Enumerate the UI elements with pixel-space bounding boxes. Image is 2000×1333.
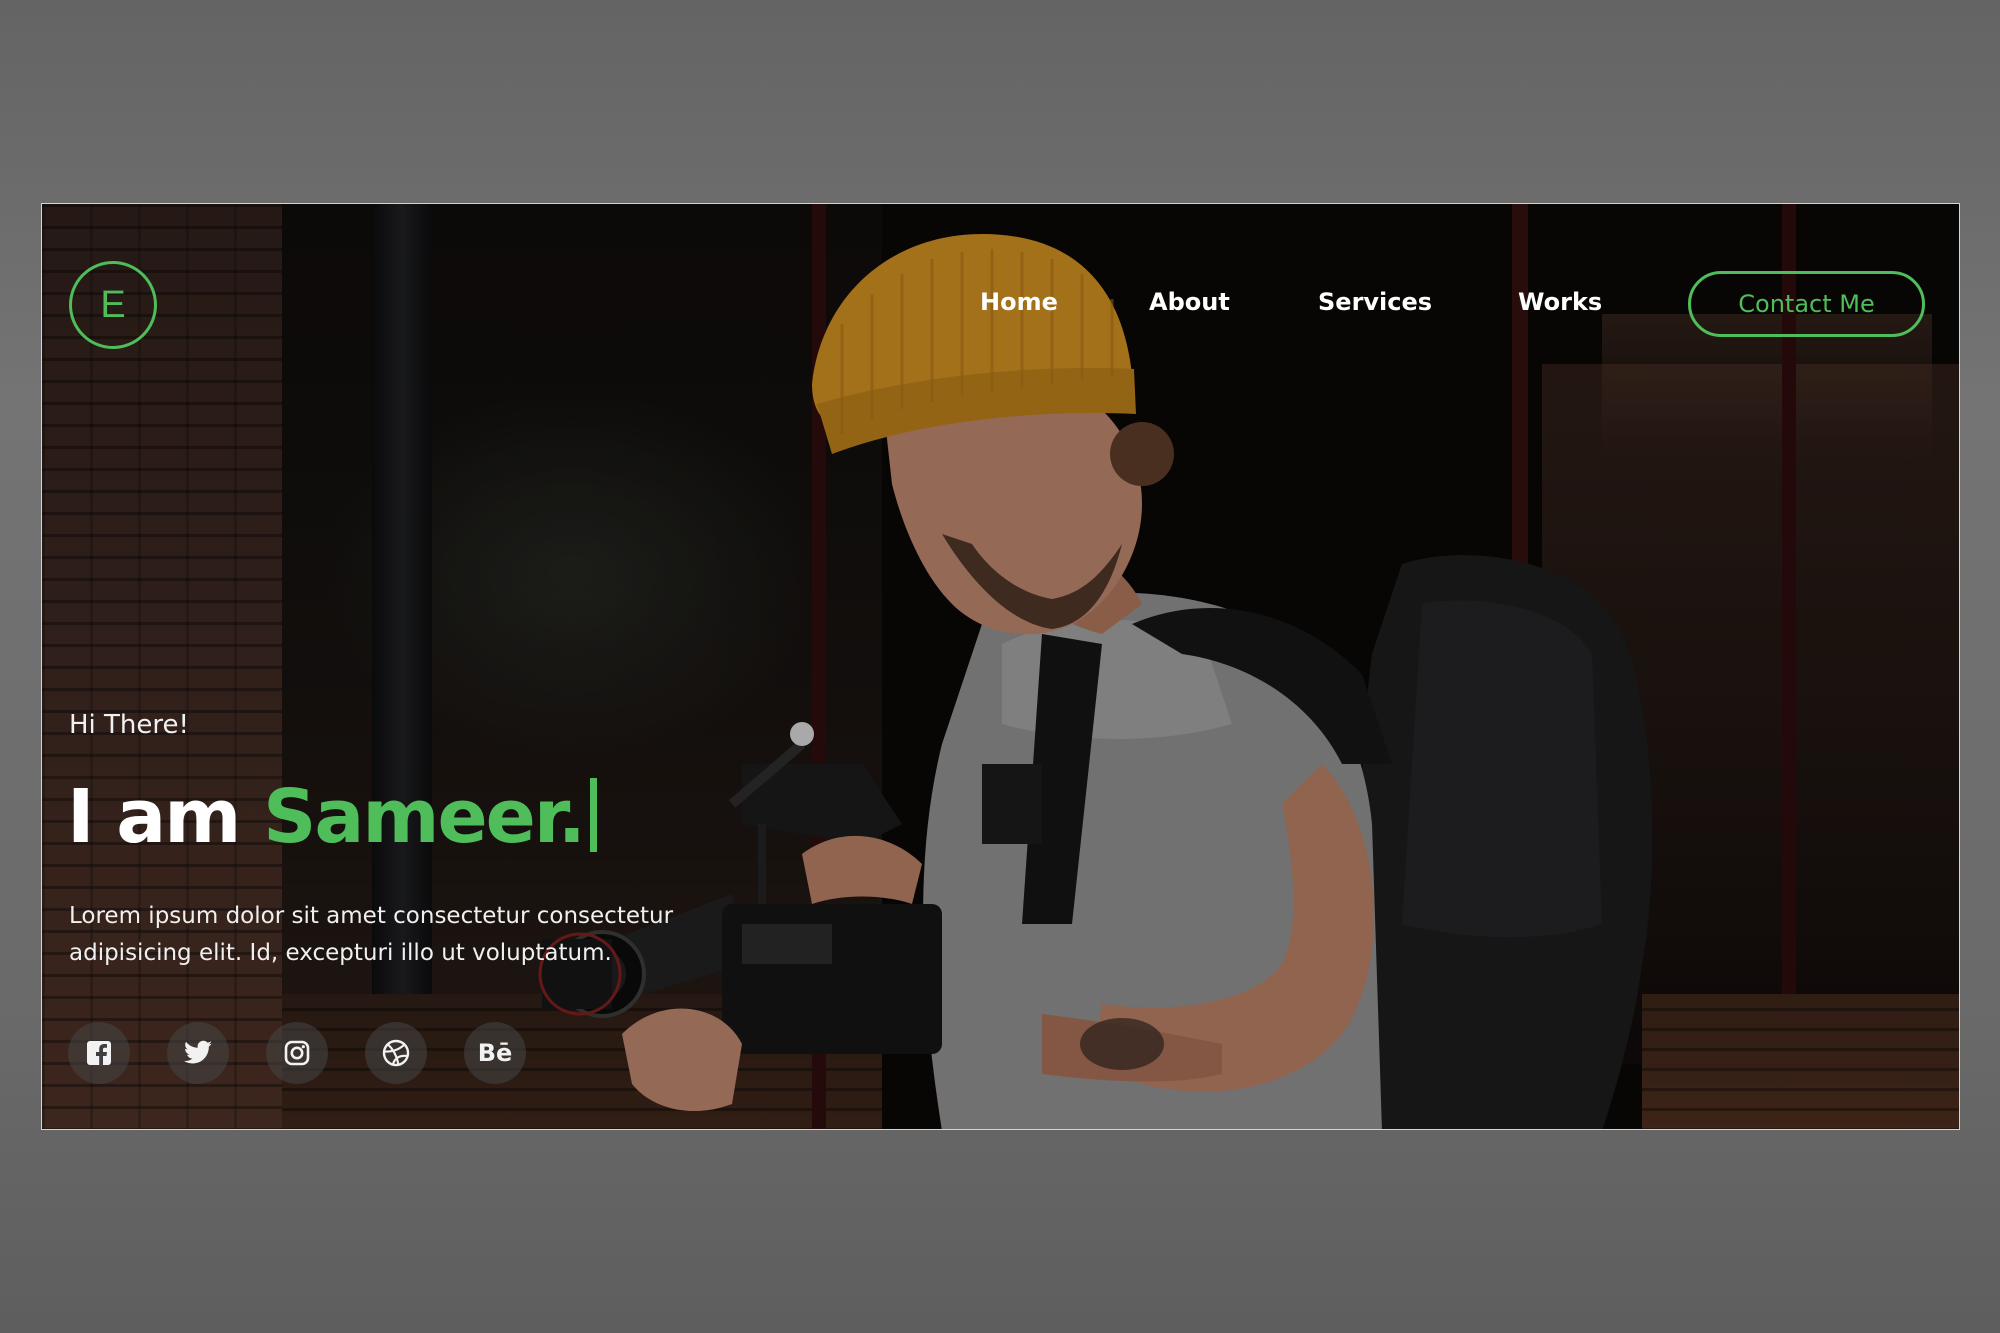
dribbble-link[interactable] xyxy=(365,1022,427,1084)
hero-headline: I am Sameer. xyxy=(67,772,597,862)
twitter-link[interactable] xyxy=(167,1022,229,1084)
hero-description: Lorem ipsum dolor sit amet consectetur c… xyxy=(69,903,674,966)
greeting-text: Hi There! xyxy=(69,710,189,740)
main-nav: Home About Services Works xyxy=(42,288,1959,324)
facebook-icon xyxy=(87,1041,111,1066)
behance-icon: Bē xyxy=(477,1039,513,1067)
hero-section: E Home About Services Works Contact Me H… xyxy=(41,203,1960,1130)
nav-works[interactable]: Works xyxy=(1518,288,1602,316)
nav-home[interactable]: Home xyxy=(980,288,1058,316)
instagram-link[interactable] xyxy=(266,1022,328,1084)
facebook-link[interactable] xyxy=(68,1022,130,1084)
headline-name: Sameer. xyxy=(263,774,586,860)
dribbble-icon xyxy=(382,1039,410,1067)
twitter-icon xyxy=(183,1040,212,1064)
instagram-icon xyxy=(284,1040,310,1066)
headline-prefix: I am xyxy=(67,774,241,860)
behance-link[interactable]: Bē xyxy=(464,1022,526,1084)
nav-about[interactable]: About xyxy=(1149,288,1230,316)
nav-services[interactable]: Services xyxy=(1318,288,1432,316)
contact-me-button[interactable]: Contact Me xyxy=(1688,271,1925,337)
typing-cursor xyxy=(589,778,597,852)
background-photo xyxy=(42,204,1959,1129)
